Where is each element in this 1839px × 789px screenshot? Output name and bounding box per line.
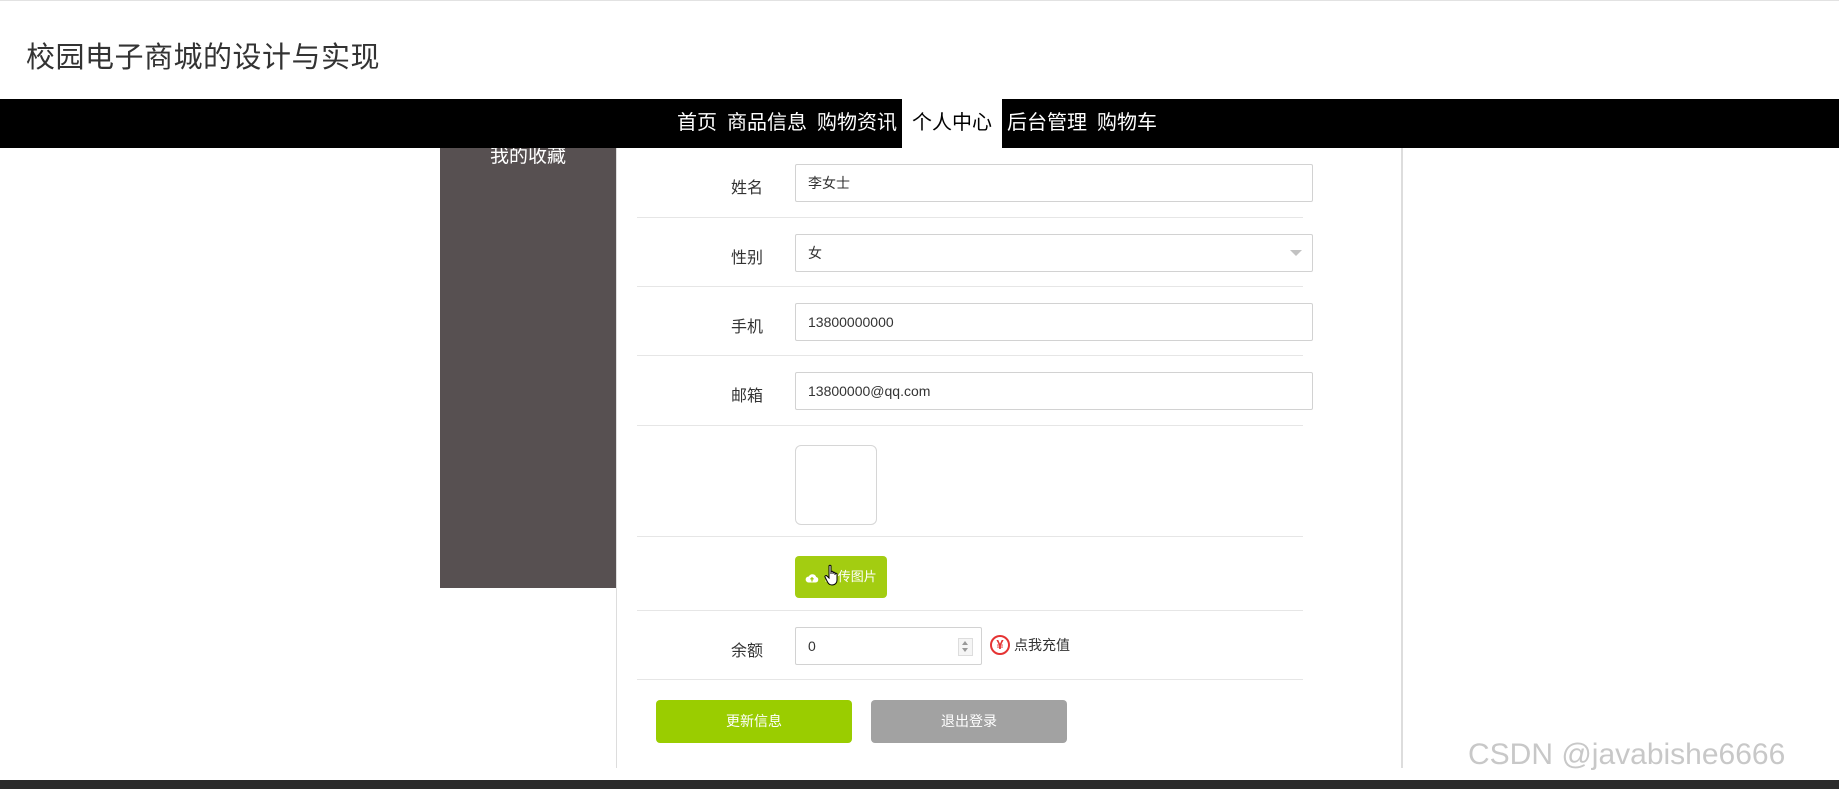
- nav-item-home[interactable]: 首页: [672, 99, 722, 148]
- avatar-preview: [795, 445, 877, 525]
- gender-select[interactable]: 女: [795, 234, 1313, 272]
- nav-item-news[interactable]: 购物资讯: [812, 99, 902, 148]
- form-row-phone: 手机 13800000000: [637, 303, 1313, 356]
- stepper-up-icon: [962, 641, 968, 645]
- sidebar: 我的收藏: [440, 148, 616, 588]
- main-navbar: 首页 商品信息 购物资讯 个人中心 后台管理 购物车: [0, 99, 1839, 148]
- gender-select-value: 女: [808, 245, 822, 261]
- balance-stepper[interactable]: 0: [795, 627, 982, 665]
- nav-item-products[interactable]: 商品信息: [722, 99, 812, 148]
- chevron-down-icon: [1290, 250, 1302, 256]
- recharge-label: 点我充值: [1014, 637, 1070, 653]
- sidebar-item-favorites[interactable]: 我的收藏: [440, 148, 616, 168]
- form-row-name: 姓名 李女士: [637, 164, 1313, 218]
- gender-label: 性别: [730, 250, 763, 267]
- site-title: 校园电子商城的设计与实现: [26, 42, 381, 74]
- form-row-upload: 上传图片: [637, 536, 1303, 611]
- form-row-balance: 余额 0 ¥ 点我充值: [637, 610, 1303, 680]
- update-info-button[interactable]: 更新信息: [656, 700, 852, 743]
- phone-label: 手机: [730, 319, 763, 336]
- cloud-upload-icon: [805, 573, 819, 583]
- recharge-link[interactable]: ¥ 点我充值: [990, 634, 1070, 656]
- nav-item-admin[interactable]: 后台管理: [1002, 99, 1092, 148]
- balance-label: 余额: [730, 643, 763, 660]
- stepper-down-icon: [962, 648, 968, 652]
- form-row-avatar: [637, 425, 1303, 537]
- form-row-email: 邮箱 13800000@qq.com: [637, 372, 1313, 426]
- name-label: 姓名: [730, 180, 763, 197]
- nav-items: 首页 商品信息 购物资讯 个人中心 后台管理 购物车: [672, 99, 1162, 148]
- email-input[interactable]: 13800000@qq.com: [795, 372, 1313, 410]
- profile-form: 姓名 李女士 性别 女 手机 13800000000 邮箱 13800000@q…: [616, 148, 1403, 768]
- yen-icon: ¥: [990, 635, 1010, 655]
- nav-item-cart[interactable]: 购物车: [1092, 99, 1162, 148]
- email-label: 邮箱: [730, 388, 763, 405]
- phone-input[interactable]: 13800000000: [795, 303, 1313, 341]
- balance-value: 0: [808, 638, 816, 654]
- name-input[interactable]: 李女士: [795, 164, 1313, 202]
- watermark: CSDN @javabishe6666: [1468, 738, 1786, 771]
- stepper-arrows-icon[interactable]: [958, 638, 973, 656]
- nav-item-personal-center[interactable]: 个人中心: [902, 99, 1002, 148]
- site-header: 校园电子商城的设计与实现: [0, 1, 1839, 99]
- bottom-bar: [0, 780, 1839, 789]
- hand-pointer-icon: [824, 564, 838, 586]
- form-row-gender: 性别 女: [637, 234, 1313, 287]
- logout-button[interactable]: 退出登录: [871, 700, 1067, 743]
